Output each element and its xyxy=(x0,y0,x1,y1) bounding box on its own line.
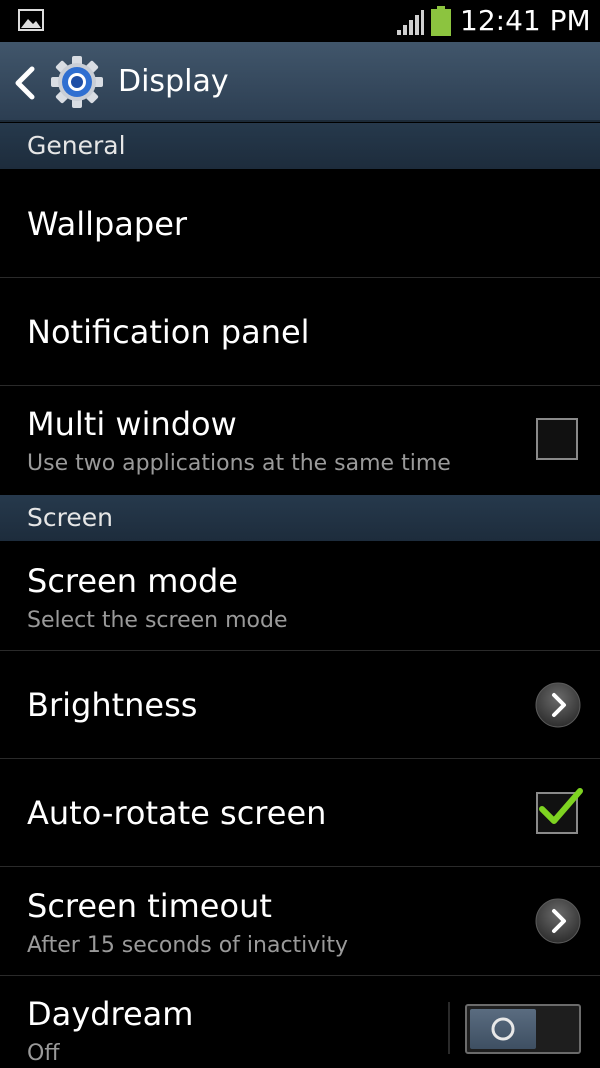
item-title: Auto-rotate screen xyxy=(27,794,327,832)
chevron-left-icon[interactable] xyxy=(12,66,38,100)
settings-item-auto-rotate[interactable]: Auto-rotate screen xyxy=(0,759,600,866)
status-time: 12:41 PM xyxy=(460,4,591,37)
toggle-divider xyxy=(448,1002,450,1054)
settings-item-wallpaper[interactable]: Wallpaper xyxy=(0,169,600,277)
settings-item-multi-window[interactable]: Multi window Use two applications at the… xyxy=(0,386,600,495)
item-title: Screen timeout xyxy=(27,887,272,925)
page-title: Display xyxy=(118,64,229,99)
gear-icon[interactable] xyxy=(50,55,104,109)
item-subtitle: Off xyxy=(27,1041,60,1066)
section-header-label: Screen xyxy=(27,503,113,532)
multi-window-checkbox[interactable] xyxy=(536,418,578,460)
settings-item-daydream[interactable]: Daydream Off xyxy=(0,976,600,1066)
item-title: Daydream xyxy=(27,995,194,1033)
section-header-label: General xyxy=(27,131,126,160)
item-title: Screen mode xyxy=(27,562,238,600)
toggle-off-icon xyxy=(491,1017,515,1041)
section-header-screen: Screen xyxy=(0,495,600,541)
chevron-right-icon[interactable] xyxy=(535,898,581,944)
signal-strength-icon xyxy=(397,10,424,35)
item-title: Brightness xyxy=(27,686,198,724)
item-title: Wallpaper xyxy=(27,205,188,243)
item-subtitle: After 15 seconds of inactivity xyxy=(27,933,349,958)
battery-icon xyxy=(431,6,451,36)
section-header-general: General xyxy=(0,123,600,169)
item-title: Notification panel xyxy=(27,313,310,351)
item-title: Multi window xyxy=(27,405,237,443)
settings-item-screen-timeout[interactable]: Screen timeout After 15 seconds of inact… xyxy=(0,867,600,975)
settings-item-brightness[interactable]: Brightness xyxy=(0,651,600,758)
item-subtitle: Use two applications at the same time xyxy=(27,451,451,476)
checkmark-icon xyxy=(539,788,583,824)
item-subtitle: Select the screen mode xyxy=(27,608,288,633)
toggle-knob[interactable] xyxy=(470,1009,536,1049)
settings-item-notification-panel[interactable]: Notification panel xyxy=(0,278,600,385)
image-notification-icon xyxy=(18,9,44,31)
status-bar: 12:41 PM xyxy=(0,0,600,42)
chevron-right-icon[interactable] xyxy=(535,682,581,728)
daydream-toggle[interactable] xyxy=(465,1004,581,1054)
settings-item-screen-mode[interactable]: Screen mode Select the screen mode xyxy=(0,541,600,650)
action-bar: Display xyxy=(0,42,600,122)
